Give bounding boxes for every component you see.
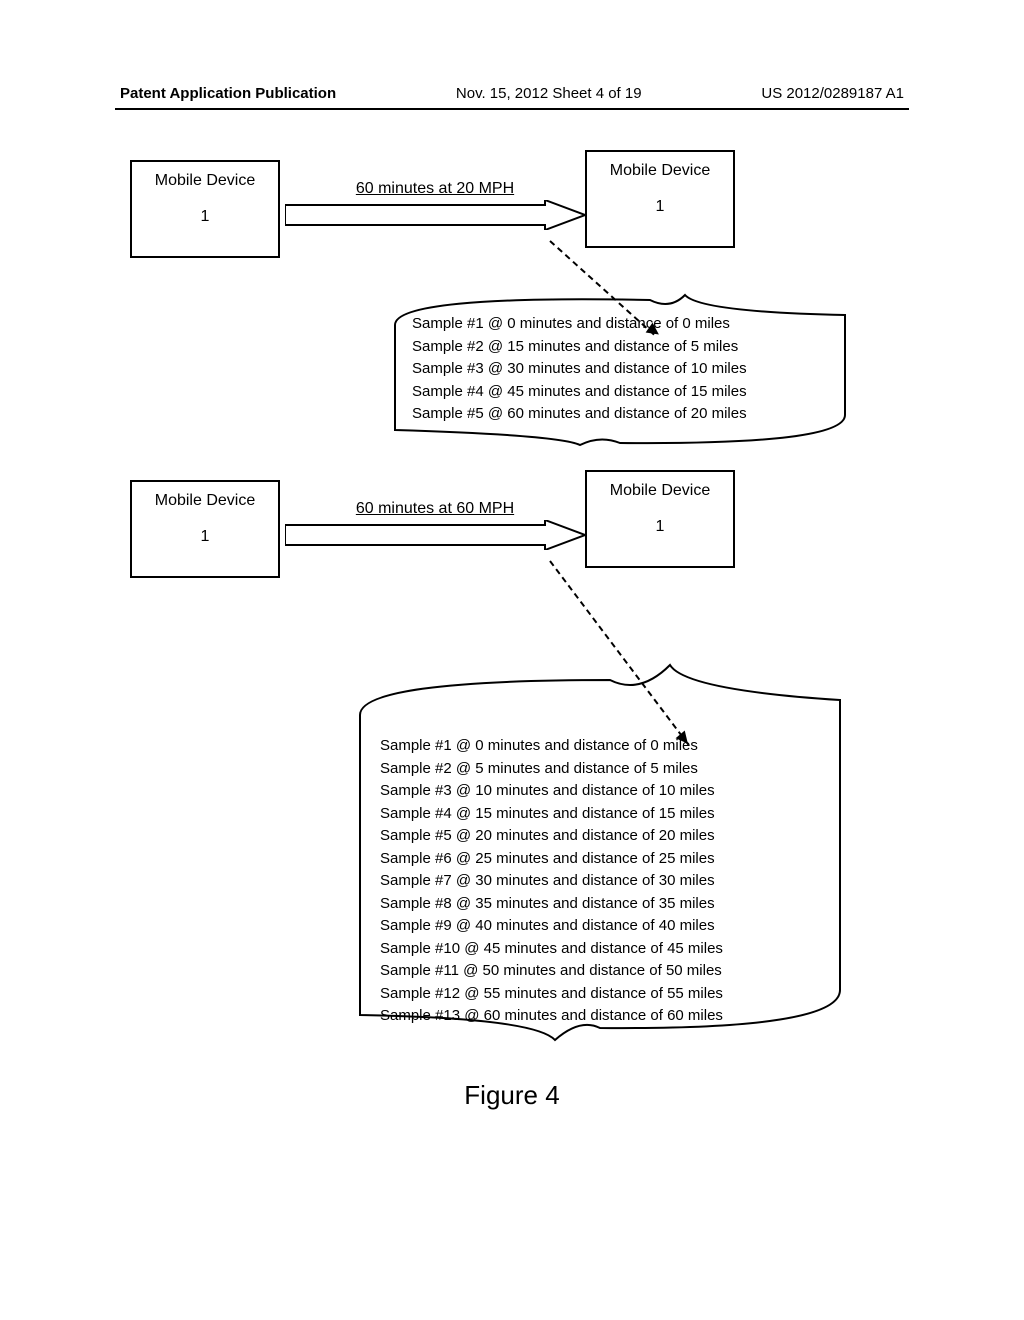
header-left: Patent Application Publication [120, 85, 336, 102]
box-number: 1 [656, 518, 665, 536]
sample-line: Sample #10 @ 45 minutes and distance of … [380, 938, 723, 961]
sample-line: Sample #3 @ 30 minutes and distance of 1… [412, 358, 747, 381]
sample-line: Sample #11 @ 50 minutes and distance of … [380, 960, 723, 983]
sample-line: Sample #4 @ 45 minutes and distance of 1… [412, 381, 747, 404]
sample-line: Sample #5 @ 20 minutes and distance of 2… [380, 825, 723, 848]
arrow-2: 60 minutes at 60 MPH [285, 500, 585, 560]
sample-line: Sample #3 @ 10 minutes and distance of 1… [380, 780, 723, 803]
sample-line: Sample #6 @ 25 minutes and distance of 2… [380, 848, 723, 871]
arrow-label: 60 minutes at 20 MPH [285, 180, 585, 198]
mobile-device-box-left-1: Mobile Device 1 [130, 160, 280, 258]
sample-line: Sample #8 @ 35 minutes and distance of 3… [380, 893, 723, 916]
sample-line: Sample #1 @ 0 minutes and distance of 0 … [380, 735, 723, 758]
arrow-icon [285, 520, 585, 550]
sample-list-1: Sample #1 @ 0 minutes and distance of 0 … [412, 313, 747, 426]
box-number: 1 [201, 208, 210, 226]
box-label: Mobile Device [155, 492, 255, 510]
sample-line: Sample #4 @ 15 minutes and distance of 1… [380, 803, 723, 826]
sample-line: Sample #7 @ 30 minutes and distance of 3… [380, 870, 723, 893]
arrow-icon [285, 200, 585, 230]
box-label: Mobile Device [155, 172, 255, 190]
sample-list-2: Sample #1 @ 0 minutes and distance of 0 … [380, 735, 723, 1028]
sample-line: Sample #1 @ 0 minutes and distance of 0 … [412, 313, 747, 336]
sample-line: Sample #9 @ 40 minutes and distance of 4… [380, 915, 723, 938]
page-header: Patent Application Publication Nov. 15, … [0, 85, 1024, 102]
mobile-device-box-right-1: Mobile Device 1 [585, 150, 735, 248]
header-center: Nov. 15, 2012 Sheet 4 of 19 [456, 85, 642, 102]
mobile-device-box-left-2: Mobile Device 1 [130, 480, 280, 578]
sample-line: Sample #5 @ 60 minutes and distance of 2… [412, 403, 747, 426]
header-divider [115, 108, 909, 110]
box-label: Mobile Device [610, 482, 710, 500]
arrow-label: 60 minutes at 60 MPH [285, 500, 585, 518]
header-right: US 2012/0289187 A1 [761, 85, 904, 102]
mobile-device-box-right-2: Mobile Device 1 [585, 470, 735, 568]
arrow-1: 60 minutes at 20 MPH [285, 180, 585, 240]
box-number: 1 [201, 528, 210, 546]
sample-line: Sample #2 @ 15 minutes and distance of 5… [412, 336, 747, 359]
figure-label: Figure 4 [0, 1080, 1024, 1111]
box-label: Mobile Device [610, 162, 710, 180]
sample-line: Sample #13 @ 60 minutes and distance of … [380, 1005, 723, 1028]
sample-line: Sample #12 @ 55 minutes and distance of … [380, 983, 723, 1006]
sample-line: Sample #2 @ 5 minutes and distance of 5 … [380, 758, 723, 781]
box-number: 1 [656, 198, 665, 216]
diagram-content: Mobile Device 1 Mobile Device 1 60 minut… [130, 160, 894, 210]
